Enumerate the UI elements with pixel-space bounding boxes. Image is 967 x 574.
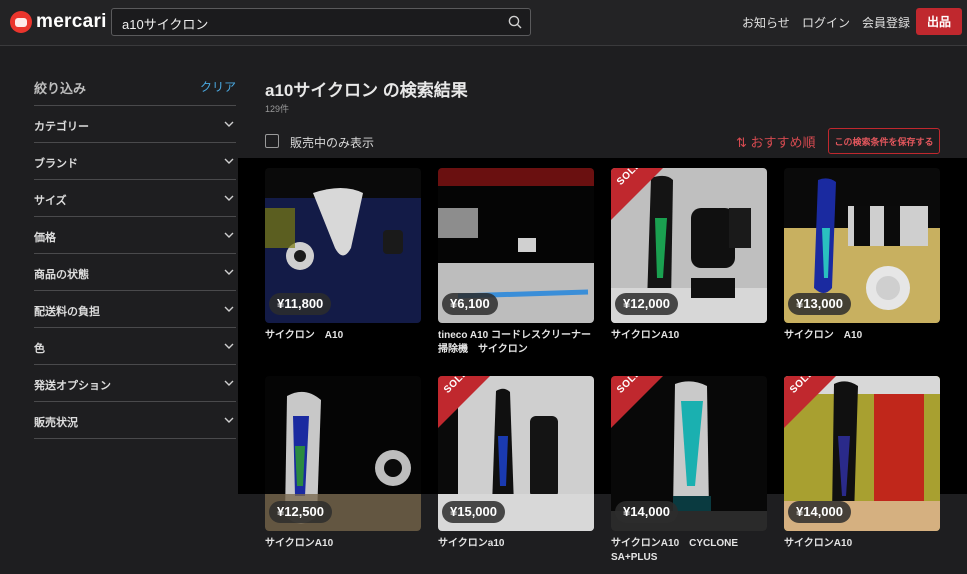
filter-row[interactable]: カテゴリー — [34, 105, 236, 142]
filter-label: カテゴリー — [34, 121, 89, 133]
chevron-down-icon — [224, 269, 234, 275]
filter-label: 配送料の負担 — [34, 306, 100, 318]
product-price: ¥12,000 — [615, 293, 678, 315]
result-count: 129件 — [265, 104, 290, 114]
product-card[interactable]: SOLD ¥14,000 サイクロンA10 CYCLONE SA+PLUS — [611, 376, 767, 565]
product-price: ¥12,500 — [269, 501, 332, 523]
chevron-down-icon — [224, 380, 234, 386]
filter-divider — [34, 438, 236, 439]
product-card[interactable]: ¥13,000 サイクロン A10 — [784, 168, 940, 343]
product-name[interactable]: サイクロン A10 — [784, 329, 940, 343]
product-name[interactable]: サイクロン A10 — [265, 329, 421, 343]
filter-label: 価格 — [34, 232, 56, 244]
product-image[interactable]: ¥11,800 — [265, 168, 421, 323]
site-header: mercari お知らせ ログイン 会員登録 出品 — [0, 0, 967, 46]
chevron-down-icon — [224, 121, 234, 127]
product-price: ¥11,800 — [269, 293, 332, 315]
product-name[interactable]: サイクロンA10 — [611, 329, 767, 343]
sell-button[interactable]: 出品 — [916, 8, 962, 35]
chevron-down-icon — [224, 306, 234, 312]
filter-row[interactable]: ブランド — [34, 142, 236, 179]
product-name[interactable]: tineco A10 コードレスクリーナー 掃除機 サイクロン — [438, 329, 594, 357]
chevron-down-icon — [224, 158, 234, 164]
filter-row[interactable]: 商品の状態 — [34, 253, 236, 290]
product-card[interactable]: SOLD ¥15,000 サイクロンa10 — [438, 376, 594, 551]
sort-dropdown[interactable]: ⇅ おすすめ順 — [736, 132, 816, 151]
filter-row[interactable]: 販売状況 — [34, 401, 236, 438]
mercari-logo-icon — [10, 11, 32, 33]
filter-label: 商品の状態 — [34, 269, 89, 281]
product-name[interactable]: サイクロンA10 — [784, 537, 940, 551]
filter-row[interactable]: 発送オプション — [34, 364, 236, 401]
chevron-down-icon — [224, 195, 234, 201]
page-title: a10サイクロン の検索結果 — [265, 81, 468, 100]
nav-notifications[interactable]: お知らせ — [742, 14, 790, 31]
product-image[interactable]: ¥6,100 — [438, 168, 594, 323]
product-card[interactable]: SOLD ¥12,000 サイクロンA10 — [611, 168, 767, 343]
product-image[interactable]: SOLD ¥12,000 — [611, 168, 767, 323]
search-box — [111, 8, 531, 36]
nav-login[interactable]: ログイン — [802, 14, 850, 31]
filter-label: 販売状況 — [34, 417, 78, 429]
filter-title: 絞り込み — [34, 81, 87, 96]
search-icon[interactable] — [508, 15, 522, 29]
product-name[interactable]: サイクロンa10 — [438, 537, 594, 551]
filter-label: ブランド — [34, 158, 78, 170]
filter-label: サイズ — [34, 195, 67, 207]
product-price: ¥14,000 — [788, 501, 851, 523]
filter-row[interactable]: 配送料の負担 — [34, 290, 236, 327]
on-sale-only-label[interactable]: 販売中のみ表示 — [290, 134, 374, 151]
product-name[interactable]: サイクロンA10 — [265, 537, 421, 551]
filter-row[interactable]: サイズ — [34, 179, 236, 216]
on-sale-only-checkbox[interactable] — [265, 134, 279, 148]
filter-label: 色 — [34, 343, 45, 355]
product-name[interactable]: サイクロンA10 CYCLONE SA+PLUS — [611, 537, 767, 565]
product-card[interactable]: SOLD ¥14,000 サイクロンA10 — [784, 376, 940, 551]
product-price: ¥13,000 — [788, 293, 851, 315]
product-image[interactable]: SOLD ¥14,000 — [611, 376, 767, 531]
product-card[interactable]: ¥12,500 サイクロンA10 — [265, 376, 421, 551]
chevron-down-icon — [224, 232, 234, 238]
product-image[interactable]: ¥12,500 — [265, 376, 421, 531]
filter-row[interactable]: 色 — [34, 327, 236, 364]
product-card[interactable]: ¥11,800 サイクロン A10 — [265, 168, 421, 343]
search-input[interactable] — [122, 13, 502, 33]
product-image[interactable]: SOLD ¥15,000 — [438, 376, 594, 531]
product-price: ¥6,100 — [442, 293, 498, 315]
filter-label: 発送オプション — [34, 380, 111, 392]
logo-text: mercari — [36, 11, 107, 32]
clear-filters-link[interactable]: クリア — [200, 78, 236, 95]
nav-register[interactable]: 会員登録 — [862, 14, 910, 31]
mercari-logo[interactable]: mercari — [10, 10, 107, 34]
chevron-down-icon — [224, 417, 234, 423]
product-image[interactable]: SOLD ¥14,000 — [784, 376, 940, 531]
product-price: ¥15,000 — [442, 501, 505, 523]
chevron-down-icon — [224, 343, 234, 349]
filter-row[interactable]: 価格 — [34, 216, 236, 253]
save-search-button[interactable]: この検索条件を保存する — [828, 128, 940, 154]
product-card[interactable]: ¥6,100 tineco A10 コードレスクリーナー 掃除機 サイクロン — [438, 168, 594, 357]
product-image[interactable]: ¥13,000 — [784, 168, 940, 323]
product-price: ¥14,000 — [615, 501, 678, 523]
